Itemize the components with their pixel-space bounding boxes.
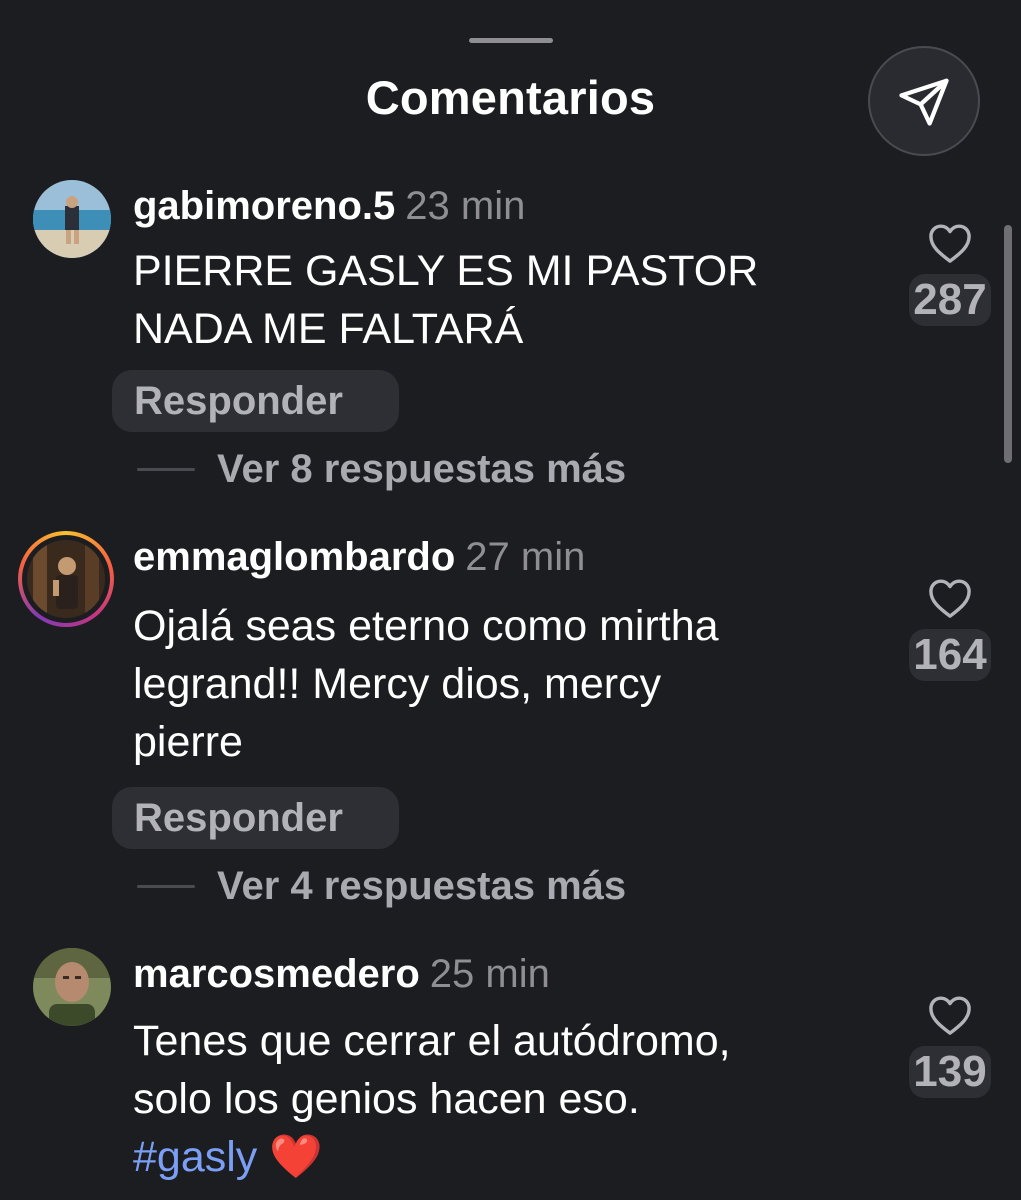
divider: [137, 884, 195, 888]
heart-outline-icon: [929, 579, 971, 618]
avatar[interactable]: [33, 180, 111, 258]
heart-outline-icon: [929, 996, 971, 1035]
timestamp: 27 min: [465, 535, 586, 579]
comment-line: PIERRE GASLY ES MI PASTOR: [133, 247, 759, 295]
comment-line: Ojalá seas eterno como mirtha: [133, 602, 719, 650]
view-replies-link[interactable]: Ver 4 respuestas más: [137, 861, 626, 911]
comment-line: pierre: [133, 718, 243, 766]
comment-line: legrand!! Mercy dios, mercy: [133, 660, 662, 708]
comment-line: NADA ME FALTARÁ: [133, 305, 524, 353]
view-replies-link[interactable]: Ver 8 respuestas más: [137, 444, 626, 494]
view-replies-label: Ver 8 respuestas más: [217, 446, 627, 491]
avatar[interactable]: [33, 948, 111, 1026]
timestamp: 23 min: [405, 184, 526, 228]
comment-line: #gasly ❤️: [133, 1128, 873, 1186]
timestamp: 25 min: [429, 952, 550, 996]
like-count: 164: [909, 629, 991, 681]
reply-button[interactable]: Responder: [112, 787, 399, 849]
comment-line: solo los genios hacen eso.: [133, 1075, 640, 1123]
like-button[interactable]: 139: [905, 994, 995, 1098]
sheet-grabber[interactable]: [469, 38, 553, 43]
comment-line: Tenes que cerrar el autódromo,: [133, 1017, 731, 1065]
username[interactable]: emmaglombardo: [133, 535, 455, 579]
like-count: 287: [909, 274, 991, 326]
divider: [137, 467, 195, 471]
hashtag-link[interactable]: #gasly: [133, 1133, 257, 1181]
username[interactable]: marcosmedero: [133, 952, 420, 996]
comment-text: Tenes que cerrar el autódromo, solo los …: [133, 1012, 873, 1186]
reply-button[interactable]: Responder: [112, 370, 399, 432]
avatar[interactable]: [27, 540, 105, 618]
like-button[interactable]: 164: [905, 577, 995, 681]
view-replies-label: Ver 4 respuestas más: [217, 863, 627, 908]
comment-text: PIERRE GASLY ES MI PASTOR NADA ME FALTAR…: [133, 242, 873, 358]
like-count: 139: [909, 1046, 991, 1098]
username[interactable]: gabimoreno.5: [133, 184, 395, 228]
share-button[interactable]: [868, 46, 980, 156]
scrollbar[interactable]: [1004, 225, 1012, 463]
paper-plane-icon: [899, 78, 949, 126]
story-ring[interactable]: [18, 531, 114, 627]
heart-outline-icon: [929, 224, 971, 263]
like-button[interactable]: 287: [905, 222, 995, 326]
comment-text: Ojalá seas eterno como mirtha legrand!! …: [133, 597, 873, 771]
heart-emoji: ❤️: [269, 1133, 323, 1181]
